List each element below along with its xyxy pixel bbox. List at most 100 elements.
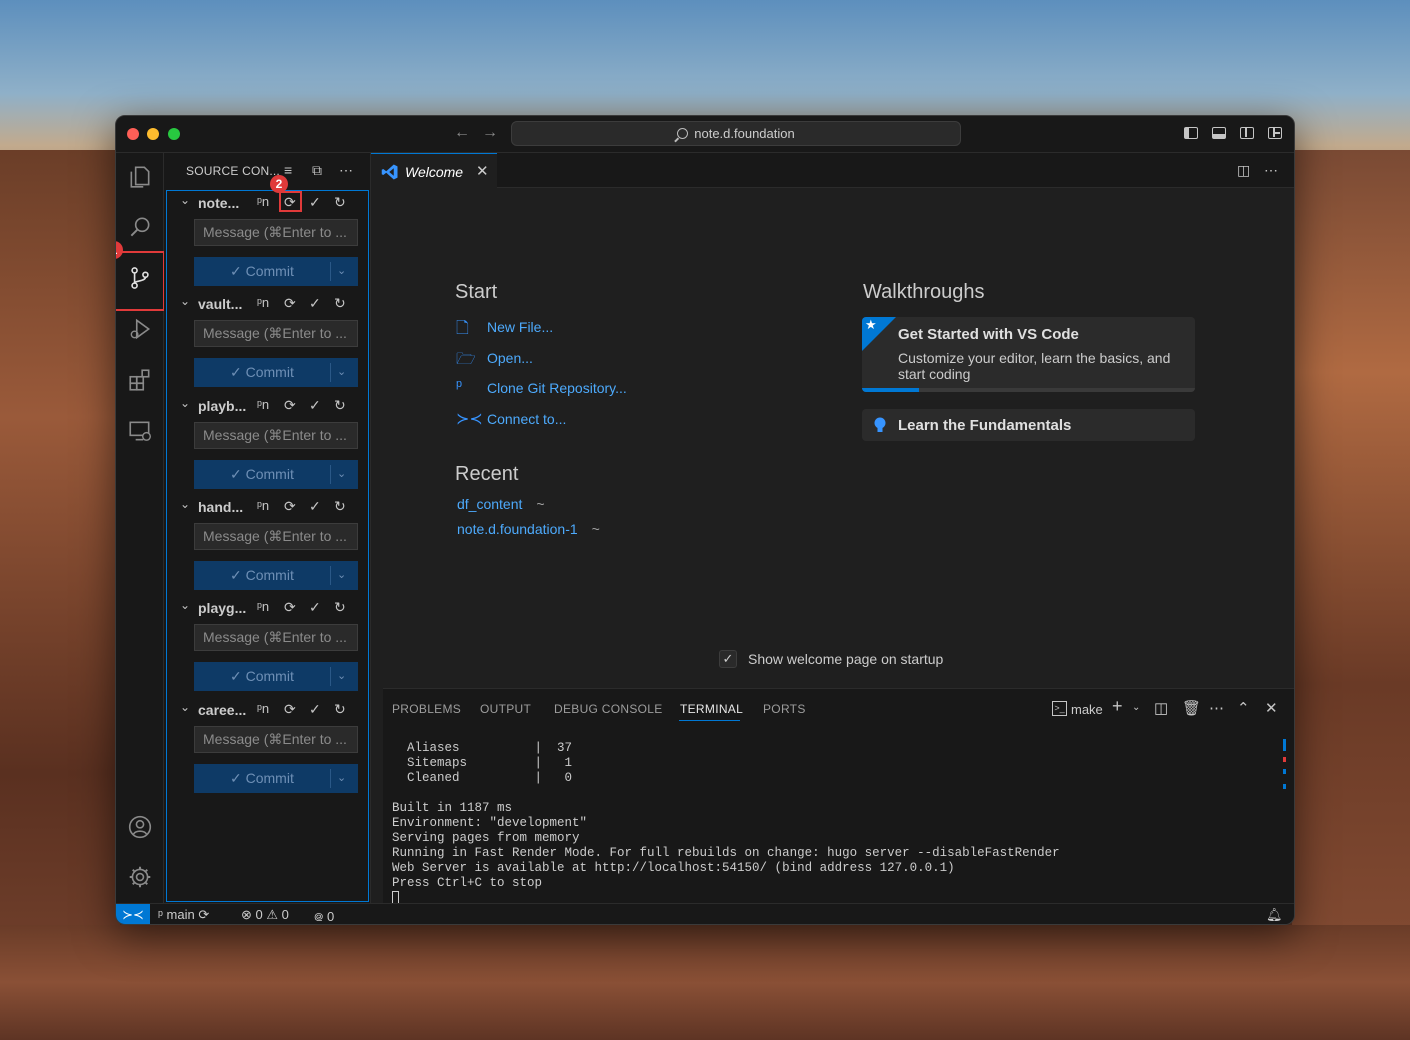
extensions-button[interactable]	[116, 357, 164, 403]
new-terminal-icon[interactable]: +	[1112, 696, 1123, 717]
panel-tab-ports[interactable]: PORTS	[763, 702, 806, 716]
commit-button[interactable]: ✓ Commit ⌄	[194, 459, 358, 489]
chevron-down-icon[interactable]: ⌄	[180, 497, 190, 511]
repository-header[interactable]: ⌄ note... ᵖn ⟳ ✓ ↻	[167, 191, 368, 215]
sync-icon[interactable]: ⟳	[284, 599, 296, 616]
refresh-icon[interactable]: ↻	[334, 599, 346, 616]
split-editor-icon[interactable]: ◫	[1237, 162, 1250, 179]
refresh-icon[interactable]: ↻	[334, 701, 346, 718]
chevron-down-icon[interactable]: ⌄	[180, 294, 190, 308]
check-icon[interactable]: ✓	[309, 701, 321, 718]
chevron-down-icon[interactable]: ⌄	[180, 193, 190, 207]
panel-tab-debug-console[interactable]: DEBUG CONSOLE	[554, 702, 663, 716]
refresh-icon[interactable]: ↻	[334, 295, 346, 312]
branch-icon[interactable]: ᵖn	[257, 194, 269, 209]
search-button[interactable]	[116, 204, 164, 250]
panel-tab-terminal[interactable]: TERMINAL	[680, 702, 743, 716]
branch-icon[interactable]: ᵖn	[257, 701, 269, 716]
manage-button[interactable]	[116, 854, 164, 900]
branch-icon[interactable]: ᵖn	[257, 498, 269, 513]
branch-icon[interactable]: ᵖn	[257, 397, 269, 412]
bell-icon[interactable]: 🔔︎	[1266, 907, 1283, 923]
chevron-down-icon[interactable]: ⌄	[337, 561, 346, 590]
chevron-down-icon[interactable]: ⌄	[337, 662, 346, 691]
repository-header[interactable]: ⌄ playb... ᵖn ⟳ ✓ ↻	[167, 394, 368, 418]
maximize-panel-icon[interactable]: ⌃	[1237, 699, 1250, 717]
more-actions-icon[interactable]: ⋯	[339, 162, 353, 179]
commit-button[interactable]: ✓ Commit ⌄	[194, 257, 358, 286]
refresh-icon[interactable]: ↻	[334, 194, 346, 211]
repository-header[interactable]: ⌄ vault... ᵖn ⟳ ✓ ↻	[167, 292, 368, 316]
command-center[interactable]: note.d.foundation	[511, 121, 961, 146]
close-icon[interactable]: ✕	[476, 162, 489, 180]
collapse-all-icon[interactable]: ⧉	[312, 162, 322, 179]
explorer-button[interactable]	[116, 154, 164, 200]
check-icon[interactable]: ✓	[309, 498, 321, 515]
repository-header[interactable]: ⌄ playg... ᵖn ⟳ ✓ ↻	[167, 596, 368, 620]
toggle-panel-icon[interactable]	[1212, 127, 1226, 139]
sync-icon[interactable]: ⟳	[284, 701, 296, 718]
sync-icon[interactable]: ⟳	[284, 295, 296, 312]
branch-indicator[interactable]: ᵖ main ⟳	[158, 907, 209, 923]
toggle-primary-sidebar-icon[interactable]	[1184, 127, 1198, 139]
branch-icon[interactable]: ᵖn	[257, 295, 269, 310]
commit-button[interactable]: ✓ Commit ⌄	[194, 763, 358, 793]
walkthrough-fundamentals[interactable]: Learn the Fundamentals	[862, 409, 1195, 441]
run-debug-button[interactable]	[116, 306, 164, 352]
commit-message-input[interactable]: Message (⌘Enter to ...	[194, 219, 358, 246]
toggle-secondary-sidebar-icon[interactable]	[1240, 127, 1254, 139]
chevron-down-icon[interactable]: ⌄	[1132, 702, 1140, 713]
chevron-down-icon[interactable]: ⌄	[337, 460, 346, 489]
back-arrow-icon[interactable]: ←	[454, 124, 470, 142]
branch-icon[interactable]: ᵖn	[257, 599, 269, 614]
chevron-down-icon[interactable]: ⌄	[337, 257, 346, 286]
forward-arrow-icon[interactable]: →	[482, 124, 498, 142]
commit-message-input[interactable]: Message (⌘Enter to ...	[194, 725, 358, 753]
ports-indicator[interactable]: ᪤ 0	[314, 907, 334, 924]
terminal-name[interactable]: make	[1071, 702, 1103, 717]
commit-message-input[interactable]: Message (⌘Enter to ...	[194, 421, 358, 449]
close-panel-icon[interactable]: ✕	[1265, 699, 1278, 717]
refresh-icon[interactable]: ↻	[334, 397, 346, 414]
close-window-button[interactable]	[127, 128, 139, 140]
commit-message-input[interactable]: Message (⌘Enter to ...	[194, 624, 358, 652]
commit-button[interactable]: ✓ Commit ⌄	[194, 662, 358, 692]
commit-button[interactable]: ✓ Commit ⌄	[194, 560, 358, 590]
chevron-down-icon[interactable]: ⌄	[180, 598, 190, 612]
check-icon[interactable]: ✓	[309, 599, 321, 616]
terminal-output[interactable]: Aliases | 37 Sitemaps | 1 Cleaned | 0 Bui…	[392, 741, 1060, 907]
walkthrough-get-started[interactable]: ★ Get Started with VS Code Customize you…	[862, 317, 1195, 392]
chevron-down-icon[interactable]: ⌄	[180, 396, 190, 410]
commit-message-input[interactable]: Message (⌘Enter to ...	[194, 522, 358, 550]
commit-button[interactable]: ✓ Commit ⌄	[194, 358, 358, 388]
customize-layout-icon[interactable]	[1268, 127, 1282, 139]
sync-icon[interactable]: ⟳	[284, 498, 296, 515]
commit-message-input[interactable]: Message (⌘Enter to ...	[194, 320, 358, 348]
problems-indicator[interactable]: ⊗ 0 ⚠ 0	[241, 907, 289, 923]
tab-welcome[interactable]: Welcome ✕	[371, 153, 497, 188]
trash-icon[interactable]: 🗑	[1182, 699, 1201, 717]
recent-item[interactable]: note.d.foundation-1 ~	[457, 521, 600, 537]
minimize-window-button[interactable]	[147, 128, 159, 140]
check-icon[interactable]: ✓	[309, 397, 321, 414]
accounts-button[interactable]	[116, 804, 164, 850]
remote-indicator[interactable]: ≻≺	[116, 904, 150, 924]
repository-header[interactable]: ⌄ caree... ᵖn ⟳ ✓ ↻	[167, 698, 368, 722]
panel-tab-output[interactable]: OUTPUT	[480, 702, 531, 716]
check-icon[interactable]: ✓	[309, 194, 321, 211]
panel-tab-problems[interactable]: PROBLEMS	[392, 702, 461, 716]
zoom-window-button[interactable]	[168, 128, 180, 140]
sync-icon[interactable]: ⟳	[284, 397, 296, 414]
recent-item-name[interactable]: df_content	[457, 496, 522, 512]
remote-explorer-button[interactable]	[116, 408, 164, 454]
repository-header[interactable]: ⌄ hand... ᵖn ⟳ ✓ ↻	[167, 495, 368, 519]
recent-item[interactable]: df_content ~	[457, 496, 545, 512]
chevron-down-icon[interactable]: ⌄	[337, 358, 346, 387]
check-icon[interactable]: ✓	[309, 295, 321, 312]
chevron-down-icon[interactable]: ⌄	[180, 700, 190, 714]
show-on-startup-checkbox[interactable]: ✓	[719, 650, 737, 668]
recent-item-name[interactable]: note.d.foundation-1	[457, 521, 578, 537]
split-terminal-icon[interactable]: ◫	[1154, 699, 1168, 717]
refresh-icon[interactable]: ↻	[334, 498, 346, 515]
more-actions-icon[interactable]: ⋯	[1209, 699, 1224, 717]
